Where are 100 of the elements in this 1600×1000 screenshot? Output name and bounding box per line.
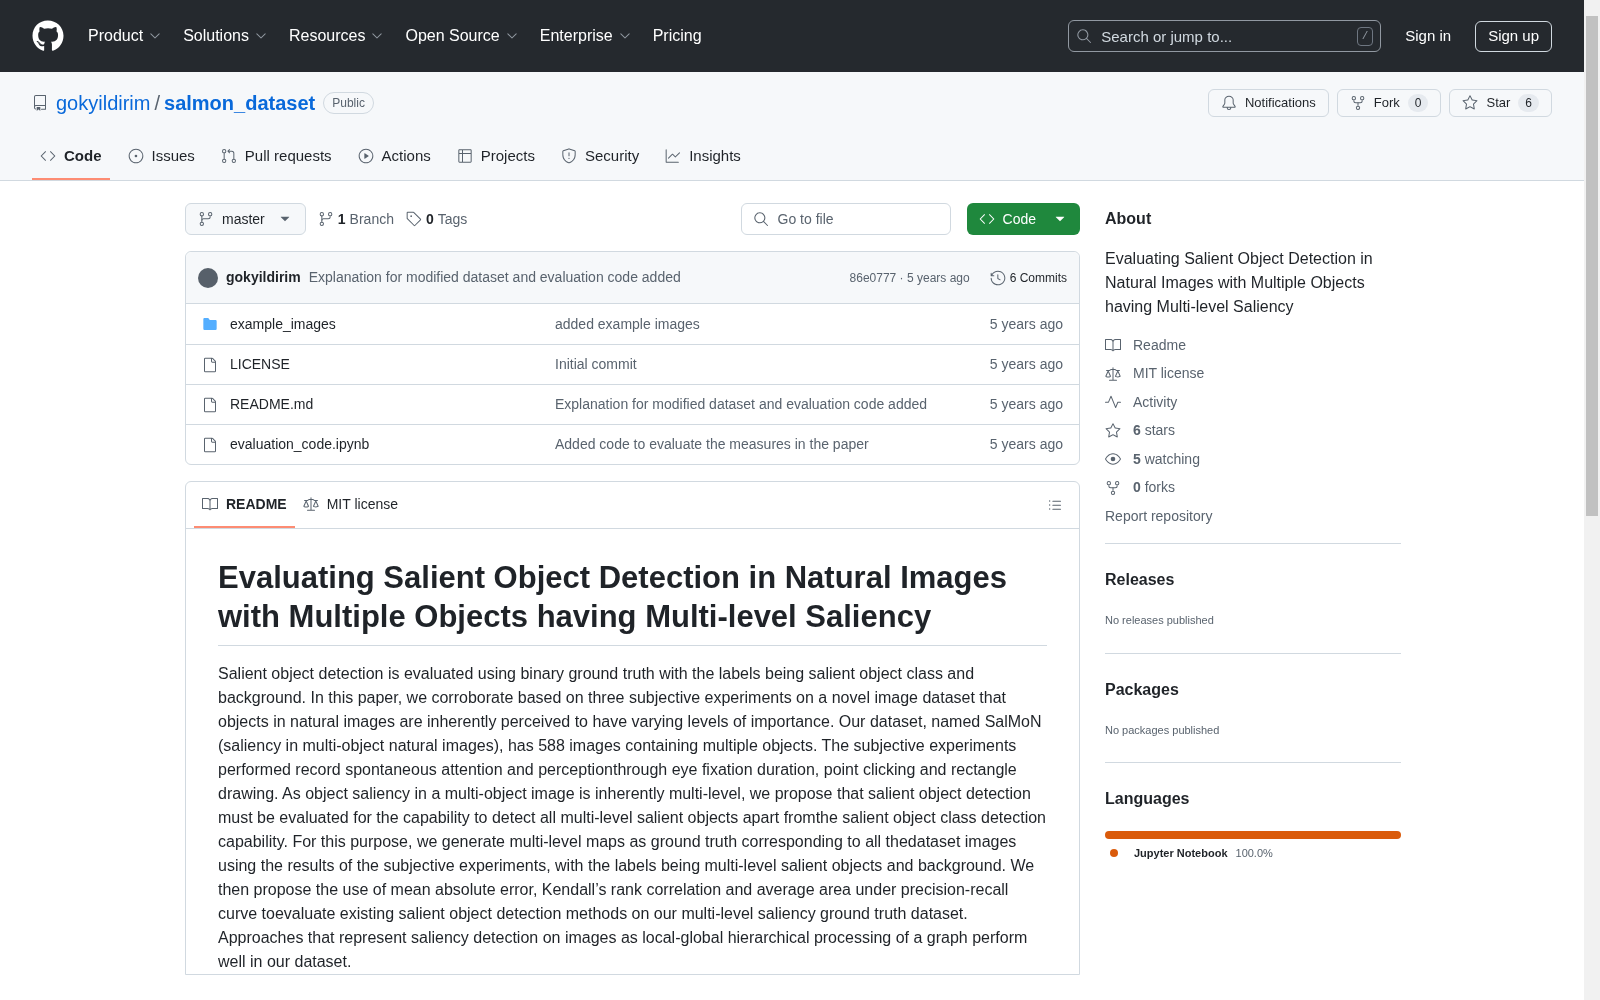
file-commit-message[interactable]: Initial commit [555,354,637,375]
file-time: 5 years ago [989,314,1063,334]
repo-tab[interactable]: Pull requests [212,134,340,180]
code-button[interactable]: Code [966,203,1080,235]
readme-title: Evaluating Salient Object Detection in Natural Images with Multiple Objects having Multi-level Saliency [218,559,1047,646]
file-commit-message[interactable]: Explanation for modified dataset and evaluation code added [555,394,928,415]
about-description: Evaluating Salient Object Detection in Natural Images with Multiple Objects having Multi-level Saliency [1105,249,1374,317]
section-heading: Packages [1105,679,1180,700]
file-name-link[interactable]: README.md [230,394,555,415]
about-link[interactable]: 5 watching [1105,449,1401,470]
branch-selector[interactable]: master [185,203,306,235]
tag-icon [405,211,422,227]
star-icon [1105,422,1121,439]
readme-paragraph: Salient object detection is evaluated using binary ground truth with the labels being salient object class and background. In this paper, we corroborate based on three subjective experiments on a novel image dataset that objects in natural images are inherently perceived to have varying levels of importance. Our dataset, named SalMoN (saliency in multi-object natural images), has 588 images containing multiple objects. The subjective experiments performed record spontaneous attention and perceptionthrough eye fixation duration, point clicking and rectangle drawing. As object saliency in a multi-object image is inherently multi-level, we propose that salient object detection must be evaluated for the capability to detect all multi-level salient objects apart fromthe salient object class detection capability. For this purpose, we generate multi-level maps as ground truth corresponding to all thedataset images using the results of the subjective experiments, with the labels being multi-level salient objects and background. We then propose the use of mean absolute error, Kendall’s rank correlation and average area under precision-recall curve toevaluate existing salient object detection methods on our multi-level saliency ground truth dataset. Approaches that represent saliency detection on images as local-global hierarchical processing of a graph perform well in our dataset. [218,663,1047,972]
nav-menu-item[interactable]: Enterprise [535,24,637,48]
count-label: 6 [1518,94,1539,112]
section-heading: About [1105,209,1153,229]
repo-tab[interactable]: Insights [657,134,749,180]
shield-icon [560,148,577,164]
graph-icon [665,148,682,164]
file-icon [202,436,218,453]
avatar [198,267,218,288]
repo-tab[interactable]: Actions [349,134,439,180]
file-commit-message[interactable]: added example images [555,313,700,335]
language-percent: 100.0% [1235,846,1273,861]
file-name-link[interactable]: evaluation_code.ipynb [230,434,555,455]
repo-action-button[interactable]: Fork 0 [1336,89,1442,117]
history-icon [989,269,1006,286]
file-icon [202,356,218,373]
owner-link[interactable]: gokyildirim [56,88,151,118]
file-time: 5 years ago [989,355,1063,374]
nav-menu-item[interactable]: Solutions [179,24,273,48]
file-icon [202,396,218,413]
readme-tab[interactable]: README [194,482,295,528]
about-link[interactable]: Activity [1105,392,1401,413]
file-time: 5 years ago [989,395,1063,414]
nav-menu-item[interactable]: Pricing [648,24,706,48]
repo-tab[interactable]: Projects [448,134,543,180]
repo-name-link[interactable]: salmon_dataset [164,88,316,118]
go-to-file-field[interactable]: Go to file [740,203,951,235]
about-link[interactable]: 0 forks [1105,477,1401,498]
issue-icon [127,148,144,164]
pulse-icon [1105,394,1121,411]
readme-tab[interactable]: MIT license [294,482,406,528]
section-heading: Releases [1105,570,1176,590]
branch-icon [317,211,334,227]
repo-icon [32,95,48,111]
about-link[interactable]: Readme [1105,335,1401,356]
branch-icon [198,211,214,227]
file-name-link[interactable]: LICENSE [230,354,555,375]
pull-request-icon [220,148,237,164]
scale-icon [1105,365,1121,382]
sign-up-button[interactable]: Sign up [1475,20,1552,52]
bell-icon [1220,95,1237,111]
folder-icon [202,316,218,332]
shortcut-key: / [1356,27,1374,46]
commit-author-link[interactable]: gokyildirim [226,267,301,288]
nav-menu-item[interactable]: Product [84,24,168,48]
table-icon [456,148,473,164]
repo-tab[interactable]: Issues [119,134,203,180]
repo-tab[interactable]: Security [552,134,648,180]
about-link[interactable]: 6 stars [1105,420,1401,441]
code-icon [40,148,56,164]
commit-message: Explanation for modified dataset and evaluation code added [308,268,681,287]
branches-link[interactable]: 1 Branch [317,208,394,230]
nav-menu-item[interactable]: Open Source [401,24,524,48]
outline-icon[interactable] [1047,497,1063,513]
section-heading: Languages [1105,789,1191,809]
report-link[interactable]: Report repository [1105,506,1401,527]
empty-note: No packages published [1105,722,1221,738]
count-label: 0 [1407,94,1429,112]
github-logo-icon[interactable] [32,20,64,52]
book-icon [1105,337,1121,354]
repo-action-button[interactable]: Notifications [1207,89,1329,117]
repo-action-button[interactable]: Star 6 [1449,89,1552,117]
sign-in-link[interactable]: Sign in [1405,24,1452,48]
file-name-link[interactable]: example_images [230,313,555,335]
scale-icon [302,496,319,512]
commit-meta: 86e0777 · 5 years ago [849,269,970,287]
scrollbar[interactable] [1584,0,1600,1000]
book-icon [202,496,218,512]
commits-link[interactable]: 6 Commits [989,268,1067,287]
code-icon [978,211,995,227]
search-icon [752,211,769,227]
play-icon [357,148,374,164]
file-commit-message[interactable]: Added code to evaluate the measures in the paper [555,434,869,455]
about-link[interactable]: MIT license [1105,363,1401,384]
path-separator: / [154,91,161,116]
fork-icon [1349,95,1366,111]
nav-menu-item[interactable]: Resources [284,24,390,48]
fork-icon [1105,479,1121,496]
star-icon [1462,95,1479,111]
repo-tab[interactable]: Code [32,134,110,180]
empty-note: No releases published [1105,613,1215,628]
language-name: Jupyter Notebook [1134,846,1228,861]
file-time: 5 years ago [989,435,1063,454]
scrollbar-thumb[interactable] [1586,16,1598,516]
search-icon [1076,28,1093,44]
tags-link[interactable]: 0 Tags [405,208,468,230]
eye-icon [1105,451,1121,468]
